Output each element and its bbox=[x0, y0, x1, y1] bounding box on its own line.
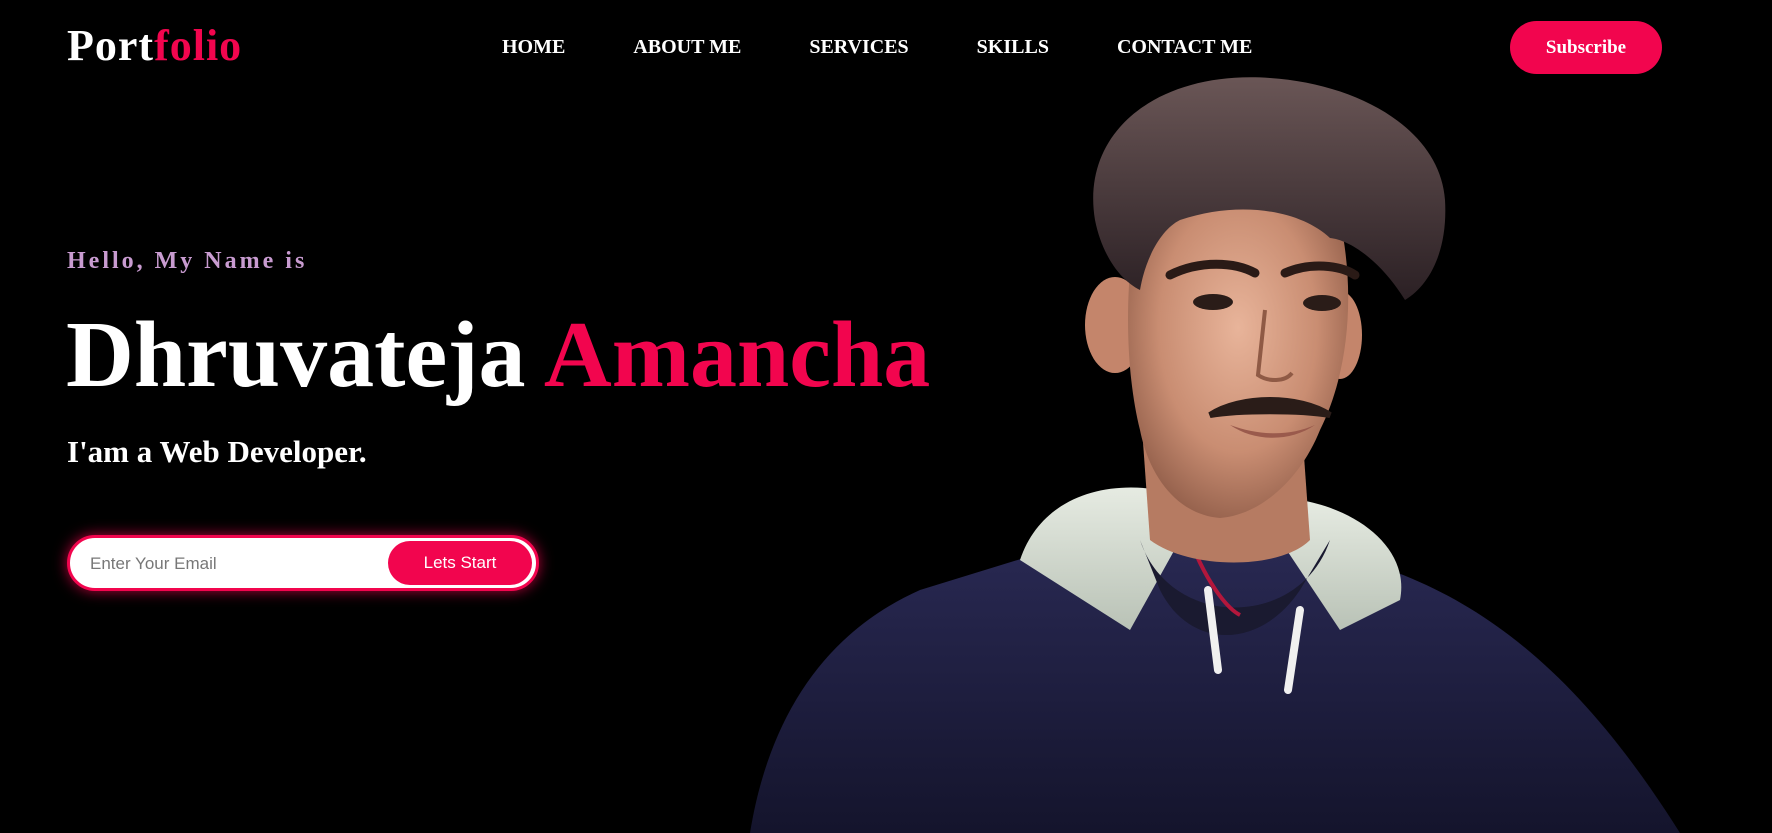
hero-role: I'am a Web Developer. bbox=[67, 434, 367, 469]
greeting-text: Hello, My Name is bbox=[67, 248, 308, 274]
nav-home[interactable]: HOME bbox=[502, 36, 565, 59]
logo-text-accent: folio bbox=[154, 21, 243, 70]
profile-photo bbox=[750, 77, 1680, 833]
portfolio-page: Portfolio HOME ABOUT ME SERVICES SKILLS … bbox=[0, 0, 1772, 833]
logo[interactable]: Portfolio bbox=[67, 20, 242, 71]
hero-first-name: Dhruvateja bbox=[66, 303, 526, 407]
lets-start-button[interactable]: Lets Start bbox=[388, 541, 532, 585]
email-form: Lets Start bbox=[67, 535, 539, 591]
logo-text-main: Port bbox=[67, 21, 155, 70]
hero-name: Dhruvateja Amancha bbox=[66, 306, 930, 405]
email-input[interactable] bbox=[88, 538, 392, 590]
subscribe-button[interactable]: Subscribe bbox=[1510, 21, 1662, 74]
nav-services[interactable]: SERVICES bbox=[809, 36, 908, 59]
main-nav: HOME ABOUT ME SERVICES SKILLS CONTACT ME bbox=[502, 36, 1252, 59]
nav-about-me[interactable]: ABOUT ME bbox=[633, 36, 741, 59]
nav-contact-me[interactable]: CONTACT ME bbox=[1117, 36, 1252, 59]
hero-last-name: Amancha bbox=[543, 303, 931, 407]
nav-skills[interactable]: SKILLS bbox=[977, 36, 1049, 59]
